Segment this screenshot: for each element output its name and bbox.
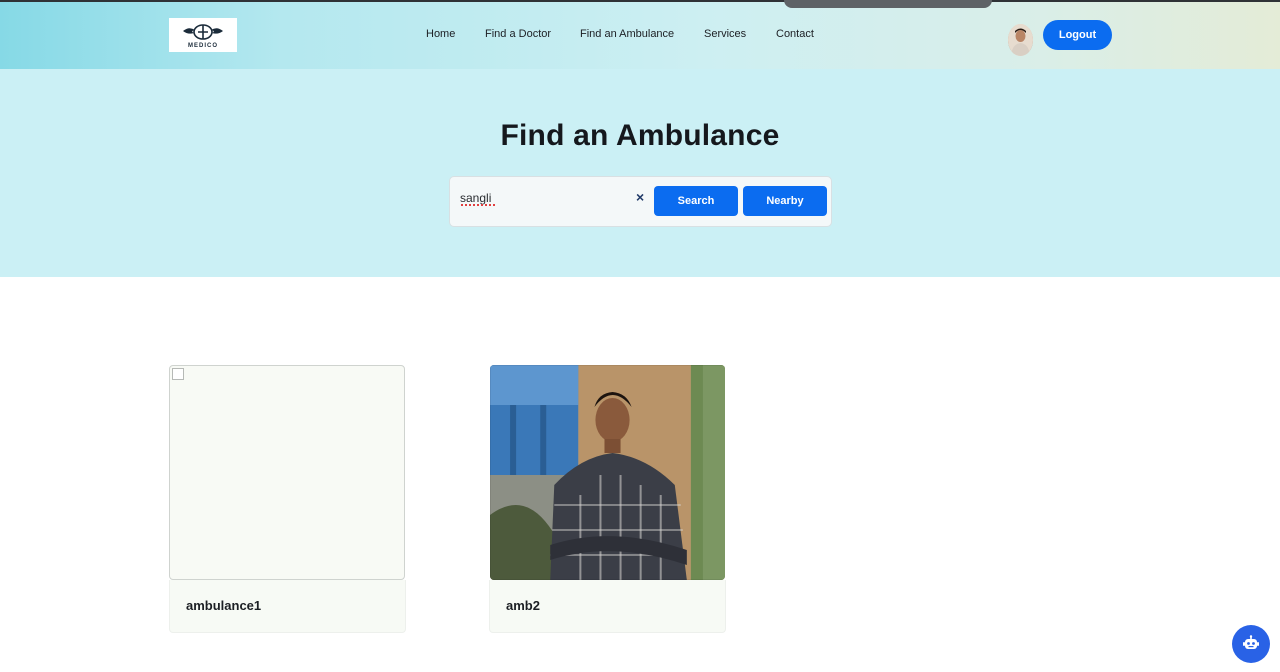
search-panel: × Search Nearby: [449, 176, 832, 227]
card-title: amb2: [506, 598, 540, 613]
search-button[interactable]: Search: [654, 186, 738, 216]
nav-services[interactable]: Services: [704, 28, 746, 40]
card-title: ambulance1: [186, 598, 262, 613]
broken-image-icon: [172, 368, 184, 380]
close-icon[interactable]: ×: [636, 189, 644, 205]
ambulance-image: [490, 365, 725, 580]
page-title: Find an Ambulance: [500, 119, 780, 152]
avatar-photo: [1008, 24, 1033, 56]
person-photo: [490, 365, 725, 580]
nav-find-doctor[interactable]: Find a Doctor: [485, 28, 551, 40]
robot-icon: [1243, 635, 1259, 649]
floating-toolbar: [784, 0, 992, 8]
nav-contact[interactable]: Contact: [776, 28, 814, 40]
card-caption: ambulance1: [169, 580, 406, 633]
ambulance-image: [169, 365, 405, 580]
ambulance-card[interactable]: ambulance1: [169, 365, 406, 633]
nav-home[interactable]: Home: [426, 28, 455, 40]
hero-section: Find an Ambulance × Search Nearby: [0, 69, 1280, 277]
logout-button[interactable]: Logout: [1043, 20, 1112, 50]
nav-find-ambulance[interactable]: Find an Ambulance: [580, 28, 674, 40]
user-avatar[interactable]: [1008, 24, 1033, 56]
card-caption: amb2: [489, 580, 726, 633]
chatbot-button[interactable]: [1232, 625, 1270, 663]
ambulance-card[interactable]: amb2: [489, 365, 726, 633]
nearby-button[interactable]: Nearby: [743, 186, 827, 216]
spellcheck-underline: [461, 204, 496, 206]
site-header: MEDICO Home Find a Doctor Find an Ambula…: [0, 2, 1280, 69]
